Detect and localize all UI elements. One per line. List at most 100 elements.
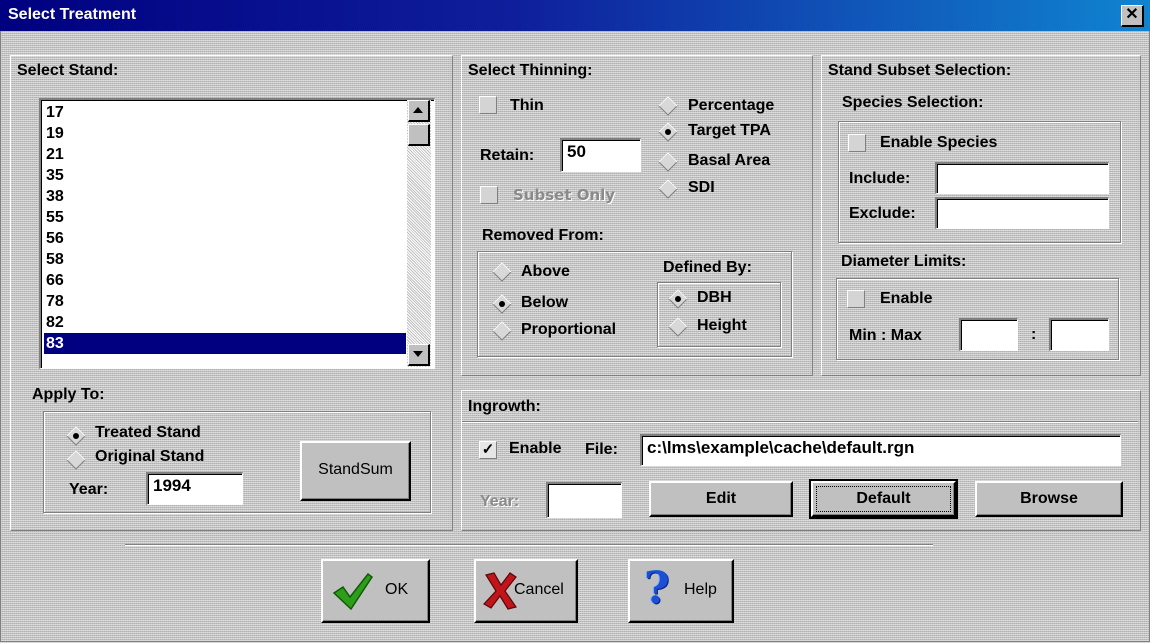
- dbh-label: DBH: [697, 289, 732, 306]
- ingrowth-panel: Ingrowth: ✓ Enable File: c:\lms\example\…: [461, 390, 1141, 531]
- focus-ring: [816, 486, 951, 512]
- select-thinning-header: Select Thinning:: [468, 62, 593, 79]
- stand-list-item[interactable]: 56: [44, 228, 406, 249]
- default-button[interactable]: Default: [809, 479, 958, 519]
- subset-only-checkbox[interactable]: [480, 186, 498, 204]
- diameter-limits-group: Enable Min : Max :: [836, 278, 1119, 360]
- radio-selected-icon: [668, 289, 688, 309]
- radio-empty-icon: [492, 262, 512, 282]
- stand-list-item[interactable]: 38: [44, 186, 406, 207]
- enable-diameter-checkbox[interactable]: [847, 290, 865, 308]
- ingrowth-year-label: Year:: [480, 493, 520, 510]
- ingrowth-enable-checkbox[interactable]: ✓: [479, 441, 497, 459]
- below-label: Below: [521, 294, 569, 311]
- radio-empty-icon: [658, 96, 678, 116]
- radio-selected-icon: [492, 294, 512, 314]
- ingrowth-file-input[interactable]: c:\lms\example\cache\default.rgn: [640, 434, 1121, 466]
- scroll-thumb[interactable]: [408, 124, 430, 146]
- radio-height[interactable]: [668, 317, 688, 337]
- cancel-button[interactable]: Cancel: [474, 559, 578, 623]
- radio-dbh[interactable]: [668, 289, 688, 309]
- defined-by-header: Defined By:: [663, 259, 752, 276]
- ingrowth-header-divider: [462, 421, 1138, 423]
- standsum-button[interactable]: StandSum: [300, 441, 411, 501]
- help-label: Help: [684, 581, 717, 598]
- diameter-limits-header: Diameter Limits:: [841, 253, 967, 270]
- diameter-max-input[interactable]: [1049, 318, 1109, 351]
- file-label: File:: [585, 441, 618, 458]
- select-stand-panel: Select Stand: 17 19 21 35 38 55 56 58 66 78 82 83 A…: [10, 55, 453, 531]
- radio-original-stand[interactable]: [66, 450, 86, 470]
- radio-above[interactable]: [492, 262, 512, 282]
- subset-only-label: Subset Only: [513, 186, 616, 204]
- treated-stand-label: Treated Stand: [95, 424, 201, 441]
- enable-diameter-label: Enable: [880, 290, 933, 307]
- stand-list-item[interactable]: 19: [44, 123, 406, 144]
- cancel-x-icon: [483, 572, 517, 610]
- ingrowth-header: Ingrowth:: [468, 398, 541, 415]
- stand-list-item[interactable]: 17: [44, 102, 406, 123]
- enable-species-checkbox[interactable]: [848, 134, 866, 152]
- scroll-down-button[interactable]: [408, 344, 430, 366]
- cancel-label: Cancel: [514, 581, 564, 598]
- help-button[interactable]: ? Help: [628, 559, 734, 623]
- enable-species-label: Enable Species: [880, 134, 998, 151]
- thin-checkbox[interactable]: [479, 96, 497, 114]
- ingrowth-year-input[interactable]: [546, 482, 622, 518]
- browse-button[interactable]: Browse: [975, 481, 1123, 517]
- min-max-label: Min : Max: [849, 327, 922, 344]
- species-selection-group: Enable Species Include: Exclude:: [838, 121, 1121, 243]
- include-input[interactable]: [935, 162, 1109, 194]
- basal-area-label: Basal Area: [688, 152, 771, 169]
- target-tpa-label: Target TPA: [688, 122, 771, 139]
- scroll-up-button[interactable]: [408, 100, 430, 122]
- stand-list-item[interactable]: 21: [44, 144, 406, 165]
- radio-selected-icon: [66, 426, 86, 446]
- radio-empty-icon: [668, 317, 688, 337]
- include-label: Include:: [849, 170, 911, 187]
- stand-subset-header: Stand Subset Selection:: [828, 62, 1012, 79]
- original-stand-label: Original Stand: [95, 448, 205, 465]
- stand-list-item[interactable]: 82: [44, 312, 406, 333]
- close-button[interactable]: ✕: [1121, 5, 1144, 27]
- stand-list-item[interactable]: 35: [44, 165, 406, 186]
- radio-treated-stand[interactable]: [66, 426, 86, 446]
- proportional-label: Proportional: [521, 321, 617, 338]
- stand-list-item[interactable]: 83: [44, 333, 406, 354]
- sdi-label: SDI: [688, 179, 715, 196]
- close-icon: ✕: [1125, 6, 1139, 23]
- diameter-min-input[interactable]: [959, 318, 1018, 351]
- radio-target-tpa[interactable]: [658, 122, 678, 142]
- title-bar: Select Treatment ✕: [0, 0, 1150, 31]
- radio-basal-area[interactable]: [658, 152, 678, 172]
- stand-list-item[interactable]: 66: [44, 270, 406, 291]
- footer-divider: [125, 544, 933, 546]
- exclude-input[interactable]: [935, 197, 1109, 229]
- height-label: Height: [697, 317, 747, 334]
- stand-subset-panel: Stand Subset Selection: Species Selectio…: [821, 55, 1141, 376]
- removed-from-group: Above Below Proportional Defined By: DBH…: [477, 251, 792, 357]
- radio-selected-icon: [658, 122, 678, 142]
- thin-label: Thin: [510, 97, 544, 114]
- min-max-colon: :: [1031, 326, 1037, 343]
- radio-proportional[interactable]: [492, 321, 512, 341]
- stand-listbox[interactable]: 17 19 21 35 38 55 56 58 66 78 82 83: [39, 98, 435, 369]
- apply-to-header: Apply To:: [32, 386, 105, 403]
- retain-label: Retain:: [480, 147, 535, 164]
- window-title: Select Treatment: [8, 6, 137, 23]
- apply-year-label: Year:: [69, 481, 109, 498]
- arrow-up-icon: [413, 107, 423, 113]
- radio-below[interactable]: [492, 294, 512, 314]
- ok-button[interactable]: OK: [321, 559, 430, 623]
- retain-input[interactable]: 50: [560, 138, 641, 172]
- edit-button[interactable]: Edit: [649, 481, 793, 517]
- species-selection-header: Species Selection:: [842, 94, 984, 111]
- stand-list-item[interactable]: 78: [44, 291, 406, 312]
- radio-empty-icon: [658, 152, 678, 172]
- removed-from-header: Removed From:: [482, 227, 604, 244]
- stand-list-item[interactable]: 58: [44, 249, 406, 270]
- stand-list-item[interactable]: 55: [44, 207, 406, 228]
- radio-percentage[interactable]: [658, 96, 678, 116]
- apply-year-input[interactable]: 1994: [146, 472, 243, 505]
- radio-sdi[interactable]: [658, 179, 678, 199]
